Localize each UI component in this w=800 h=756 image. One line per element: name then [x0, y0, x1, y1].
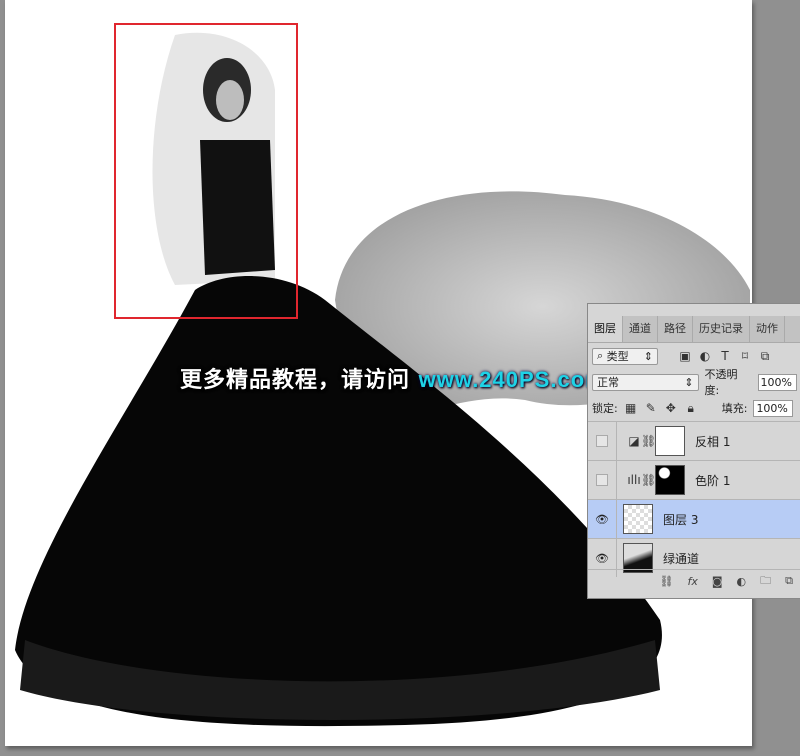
opacity-label: 不透明度:: [704, 368, 738, 397]
lock-all-icon[interactable]: 🔒︎: [684, 401, 698, 416]
eye-icon[interactable]: 👁︎: [588, 500, 617, 538]
pixel-filter-icon[interactable]: ▣: [678, 349, 692, 363]
layer-mask-thumbnail[interactable]: [655, 426, 685, 456]
tab-paths[interactable]: 路径: [658, 316, 693, 342]
blend-mode-value: 正常: [597, 376, 619, 389]
new-layer-icon[interactable]: ⧉: [785, 574, 793, 588]
lock-transparent-icon[interactable]: ▦: [624, 401, 638, 415]
link-icon[interactable]: ⛓: [641, 434, 656, 448]
filter-kind-select[interactable]: ⌕ 类型 ⇕: [592, 347, 658, 365]
fill-input[interactable]: 100%: [753, 399, 794, 417]
watermark: 更多精品教程，请访问 www.240PS.com: [180, 362, 606, 394]
lock-brush-icon[interactable]: ✎: [644, 401, 658, 415]
layer-row[interactable]: ◪ ⛓ 反相 1: [588, 421, 800, 460]
link-layers-icon[interactable]: ⛓: [659, 575, 673, 588]
tab-layers[interactable]: 图层: [588, 316, 623, 342]
tab-channels[interactable]: 通道: [623, 316, 658, 342]
add-mask-icon[interactable]: ◙: [712, 575, 723, 588]
link-icon[interactable]: ⛓: [641, 473, 656, 487]
visibility-toggle[interactable]: [596, 435, 608, 447]
invert-adjustment-icon: ◪: [628, 434, 640, 448]
panel-footer: ⛓ fx ◙ ◐ 🗀︎ ⧉: [588, 569, 800, 592]
tab-history[interactable]: 历史记录: [693, 316, 750, 342]
updown-icon: ⇕: [684, 375, 694, 389]
levels-adjustment-icon: ıllı: [627, 473, 641, 487]
lock-label: 锁定:: [592, 402, 618, 415]
panel-tabs: 图层 通道 路径 历史记录 动作: [588, 316, 800, 343]
layers-panel: 图层 通道 路径 历史记录 动作 ⌕ 类型 ⇕ ▣ ◐ T ⌑ ⧉ 正常 ⇕ 不透明…: [587, 303, 800, 599]
lock-move-icon[interactable]: ✥: [664, 401, 678, 415]
adjustment-filter-icon[interactable]: ◐: [698, 349, 712, 363]
layer-row[interactable]: ıllı ⛓ 色阶 1: [588, 460, 800, 499]
tab-actions[interactable]: 动作: [750, 316, 785, 342]
fx-icon[interactable]: fx: [687, 575, 697, 588]
shape-filter-icon[interactable]: ⌑: [738, 349, 752, 363]
opacity-input[interactable]: 100%: [757, 373, 797, 391]
visibility-toggle[interactable]: [596, 474, 608, 486]
smart-object-filter-icon[interactable]: ⧉: [758, 349, 772, 364]
new-group-icon[interactable]: 🗀︎: [760, 572, 771, 591]
type-filter-icon[interactable]: T: [718, 349, 732, 363]
search-icon: ⌕: [597, 349, 604, 362]
watermark-text: 更多精品教程，请访问: [180, 368, 419, 393]
fill-label: 填充:: [721, 402, 748, 415]
layer-name: 绿通道: [663, 551, 700, 566]
layer-mask-thumbnail[interactable]: [655, 465, 685, 495]
layer-row-selected[interactable]: 👁︎ 图层 3: [588, 499, 800, 538]
layer-name: 反相 1: [695, 434, 731, 449]
layer-name: 图层 3: [663, 512, 699, 527]
selection-rectangle: [114, 23, 298, 319]
layer-thumbnail[interactable]: [623, 504, 653, 534]
layer-name: 色阶 1: [695, 473, 731, 488]
filter-label: 类型: [606, 350, 629, 363]
watermark-url: www.240PS.com: [418, 367, 606, 392]
adjustment-layer-icon[interactable]: ◐: [737, 575, 747, 588]
updown-icon: ⇕: [643, 349, 653, 363]
blend-mode-select[interactable]: 正常 ⇕: [592, 373, 699, 391]
